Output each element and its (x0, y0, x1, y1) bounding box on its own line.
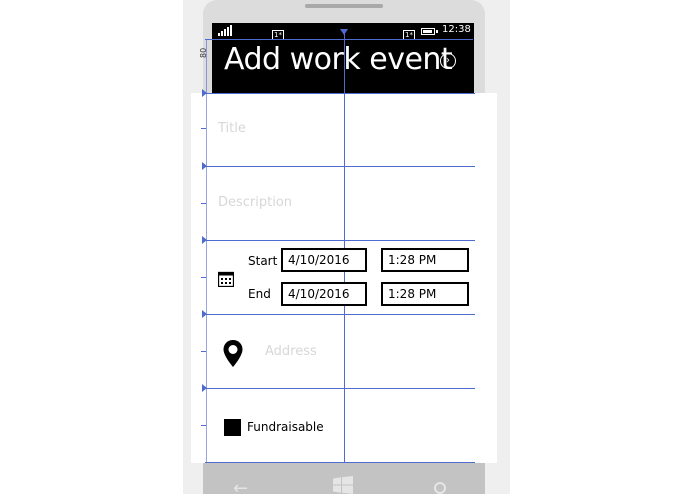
search-icon[interactable] (432, 480, 448, 499)
guide-line (205, 39, 473, 40)
guide-line (205, 388, 475, 389)
chevron-right-circle-icon[interactable]: › (440, 53, 456, 69)
guide-tick (201, 425, 206, 426)
status-time: 12:38 (442, 24, 471, 35)
signal-icon (218, 23, 238, 39)
windows-icon[interactable] (333, 476, 353, 498)
guide-tick (201, 128, 206, 129)
guide-marker (202, 89, 207, 97)
address-input[interactable]: Address (265, 344, 317, 359)
map-pin-icon (222, 339, 244, 372)
calendar-icon (217, 271, 235, 291)
guide-line (344, 32, 345, 462)
back-arrow-icon[interactable]: ← (233, 478, 248, 499)
guide-line (205, 93, 475, 94)
phone-speaker (305, 4, 383, 8)
battery-tip (436, 30, 438, 33)
end-time-field[interactable]: 1:28 PM (381, 282, 469, 306)
guide-marker (202, 384, 207, 392)
title-input[interactable]: Title (218, 121, 246, 136)
start-label: Start (248, 254, 278, 268)
description-input[interactable]: Description (218, 195, 292, 210)
guide-marker (202, 236, 207, 244)
guide-marker (202, 162, 207, 170)
end-label: End (248, 287, 271, 301)
battery-icon (421, 28, 435, 35)
end-date-field[interactable]: 4/10/2016 (281, 282, 367, 306)
guide-tick (201, 277, 206, 278)
guide-line (206, 39, 207, 462)
guide-line (205, 166, 475, 167)
guide-tick (201, 203, 206, 204)
guide-tick (201, 351, 206, 352)
start-time-field[interactable]: 1:28 PM (381, 248, 469, 272)
guide-line (205, 314, 475, 315)
page-title: Add work event (224, 42, 453, 77)
guide-line (205, 240, 475, 241)
guide-marker (202, 310, 207, 318)
fundraisable-checkbox[interactable] (224, 419, 241, 436)
guide-marker (340, 29, 348, 35)
fundraisable-label: Fundraisable (247, 420, 324, 434)
start-date-field[interactable]: 4/10/2016 (281, 248, 367, 272)
